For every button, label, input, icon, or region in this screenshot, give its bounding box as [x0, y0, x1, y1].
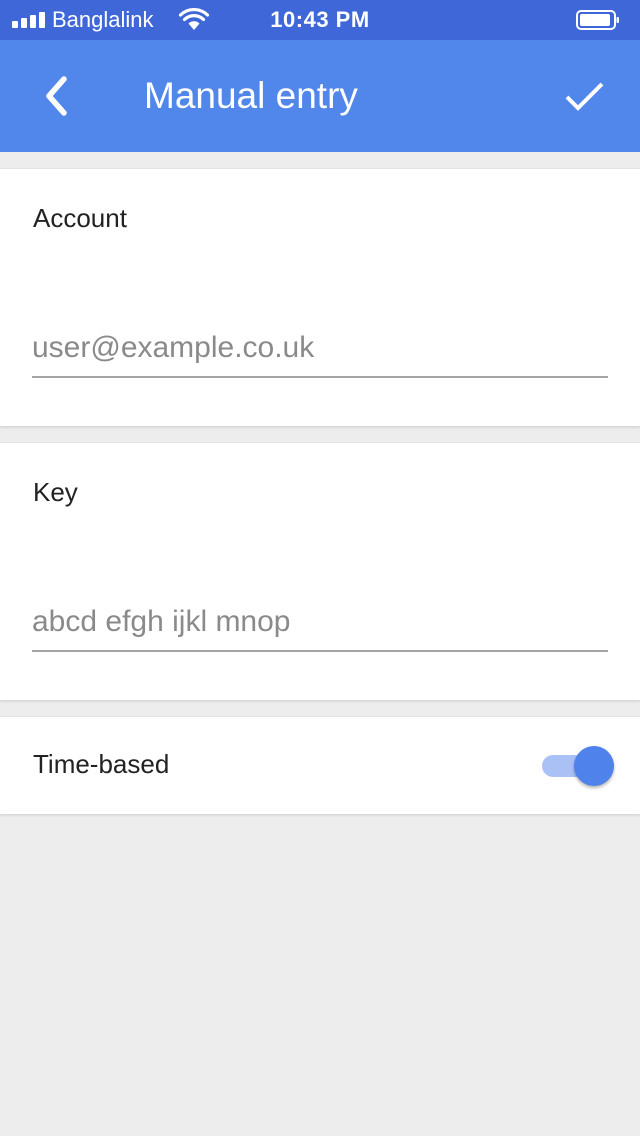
time-based-label: Time-based: [33, 749, 170, 779]
account-card: Account: [0, 168, 640, 427]
page-title: Manual entry: [144, 75, 358, 116]
toggle-knob: [574, 746, 614, 786]
time-based-toggle[interactable]: [540, 745, 616, 787]
status-time: 10:43 PM: [270, 7, 370, 32]
account-label: Account: [33, 203, 127, 233]
status-bar: Banglalink 10:43 PM: [0, 0, 640, 40]
app-bar: Manual entry: [0, 40, 640, 152]
battery-icon: [576, 10, 619, 30]
key-card: Key: [0, 442, 640, 701]
time-based-card: Time-based: [0, 716, 640, 815]
account-input[interactable]: [32, 320, 608, 378]
check-icon[interactable]: [560, 72, 608, 120]
key-input[interactable]: [32, 594, 608, 652]
key-label: Key: [33, 477, 78, 507]
chevron-left-icon[interactable]: [30, 70, 82, 122]
